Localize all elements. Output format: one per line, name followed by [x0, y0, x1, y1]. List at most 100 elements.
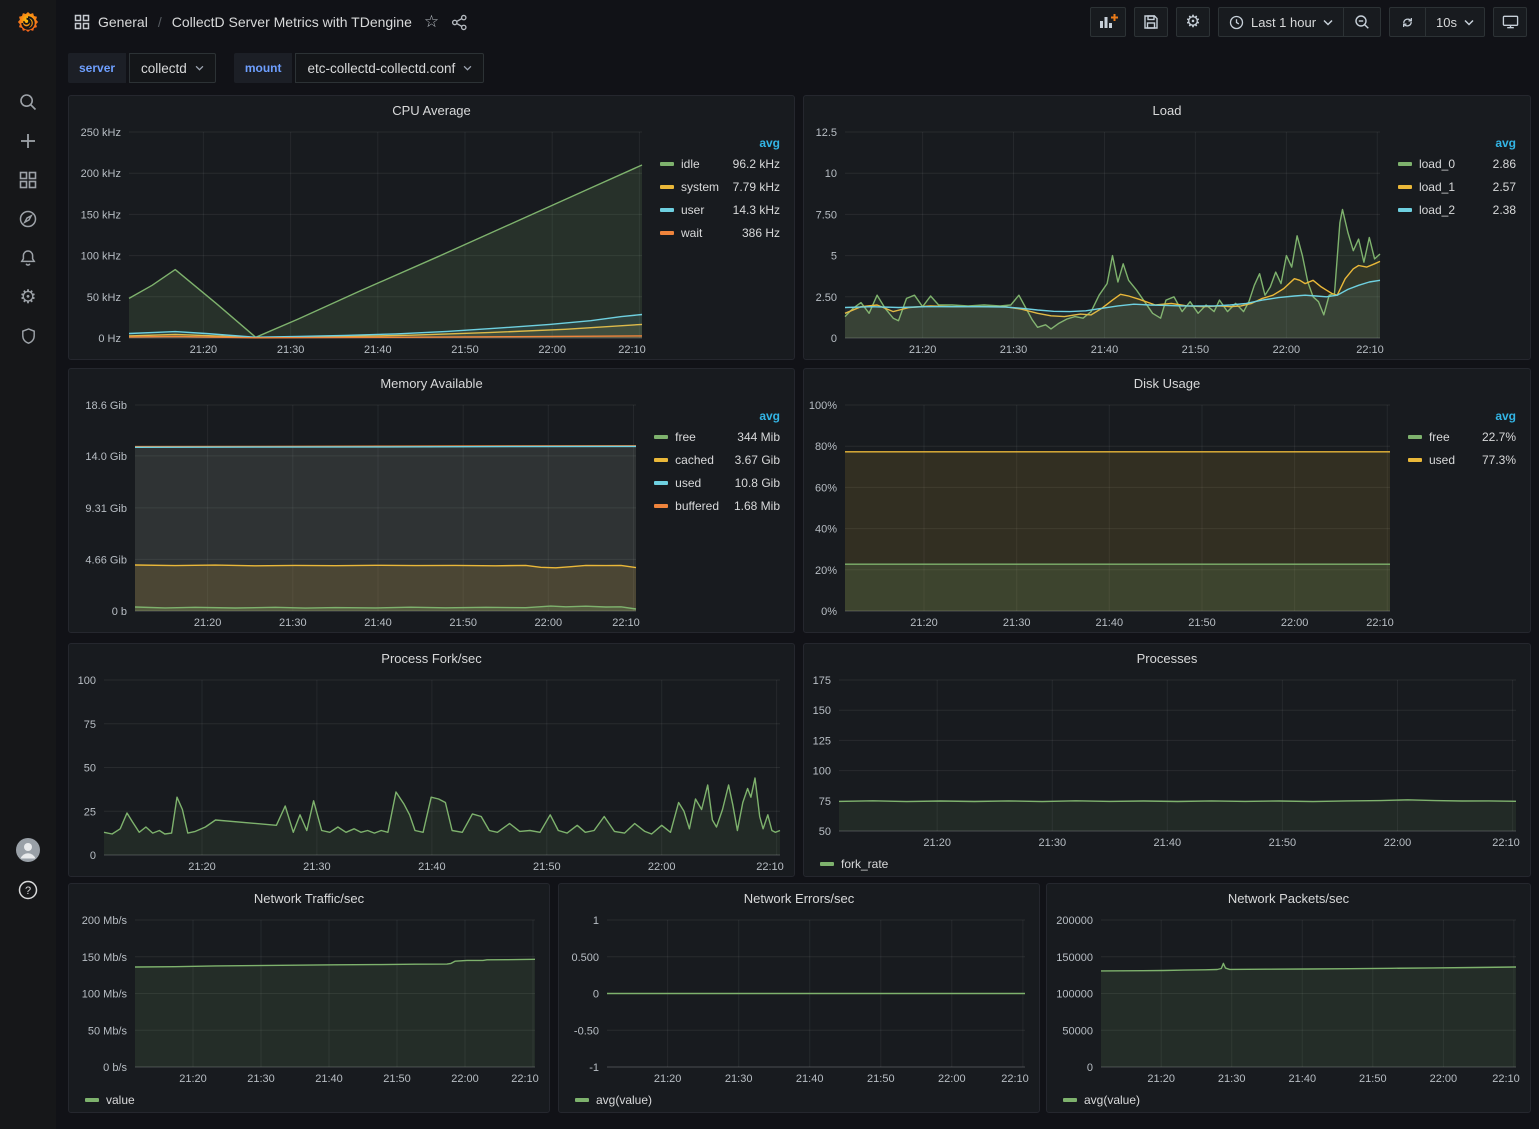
- panel-header[interactable]: Process Fork/sec: [69, 644, 794, 672]
- dashboard-settings-button[interactable]: ⚙: [1176, 7, 1210, 37]
- network-traffic-legend: value: [85, 1093, 135, 1107]
- clock-icon: [1229, 15, 1244, 30]
- plus-icon[interactable]: [18, 131, 38, 151]
- panel-header[interactable]: Network Errors/sec: [559, 884, 1039, 912]
- breadcrumb: General / CollectD Server Metrics with T…: [74, 14, 412, 30]
- svg-text:60%: 60%: [815, 482, 837, 494]
- svg-text:250 kHz: 250 kHz: [81, 127, 121, 139]
- legend-avg-header[interactable]: avg: [1408, 409, 1516, 423]
- dashboards-icon[interactable]: [18, 170, 38, 190]
- panel-memory-available: Memory Available 21:2021:3021:4021:5022:…: [68, 368, 795, 633]
- legend-item-free[interactable]: free22.7%: [1408, 430, 1516, 444]
- svg-text:150: 150: [813, 705, 831, 717]
- svg-text:100000: 100000: [1056, 989, 1093, 1001]
- legend-avg-header[interactable]: avg: [654, 409, 780, 423]
- help-icon[interactable]: ?: [17, 879, 39, 901]
- legend-item-fork_rate[interactable]: fork_rate: [820, 857, 888, 871]
- svg-text:22:00: 22:00: [648, 861, 676, 873]
- svg-text:80%: 80%: [815, 441, 837, 453]
- svg-text:0: 0: [90, 850, 96, 862]
- memory-available-chart[interactable]: 21:2021:3021:4021:5022:0022:100 b4.66 Gi…: [69, 397, 650, 632]
- legend-avg-header[interactable]: avg: [660, 136, 780, 150]
- network-traffic-chart[interactable]: 21:2021:3021:4021:5022:0022:100 b/s50 Mb…: [69, 912, 549, 1088]
- dashboard-variables: server collectd mount etc-collectd-colle…: [56, 44, 1539, 92]
- network-errors-chart[interactable]: 21:2021:3021:4021:5022:0022:10-1-0.5000.…: [559, 912, 1039, 1088]
- legend-item-idle[interactable]: idle96.2 kHz: [660, 157, 780, 171]
- process-fork-chart[interactable]: 21:2021:3021:4021:5022:0022:100255075100: [69, 672, 794, 876]
- chevron-down-icon: [195, 65, 204, 71]
- toolbar-right: ⚙ Last 1 hour: [1082, 7, 1527, 37]
- grafana-logo[interactable]: [0, 0, 56, 46]
- refresh-button[interactable]: [1390, 8, 1425, 36]
- refresh-interval-picker[interactable]: 10s: [1425, 8, 1484, 36]
- legend-item-load_2[interactable]: load_22.38: [1398, 203, 1516, 217]
- explore-icon[interactable]: [18, 209, 38, 229]
- legend-item-buffered[interactable]: buffered1.68 Mib: [654, 499, 780, 513]
- shield-icon[interactable]: [19, 326, 38, 346]
- share-icon[interactable]: [451, 14, 468, 31]
- legend-item-load_0[interactable]: load_02.86: [1398, 157, 1516, 171]
- settings-icon[interactable]: ⚙: [19, 287, 36, 307]
- save-dashboard-button[interactable]: [1134, 7, 1168, 37]
- panel-header[interactable]: Processes: [804, 644, 1530, 672]
- legend-item-avg(value)[interactable]: avg(value): [575, 1093, 652, 1107]
- svg-text:21:20: 21:20: [179, 1073, 207, 1085]
- time-range-label: Last 1 hour: [1251, 15, 1316, 30]
- processes-chart[interactable]: 21:2021:3021:4021:5022:0022:105075100125…: [804, 672, 1530, 852]
- svg-text:22:10: 22:10: [1001, 1073, 1029, 1085]
- svg-text:21:30: 21:30: [247, 1073, 275, 1085]
- search-icon[interactable]: [18, 92, 38, 112]
- legend-avg-header[interactable]: avg: [1398, 136, 1516, 150]
- svg-text:21:50: 21:50: [1182, 344, 1210, 356]
- panel-header[interactable]: Memory Available: [69, 369, 794, 397]
- legend-item-used[interactable]: used77.3%: [1408, 453, 1516, 467]
- variable-mount-value[interactable]: etc-collectd-collectd.conf: [295, 53, 484, 83]
- variable-server-value[interactable]: collectd: [129, 53, 216, 83]
- legend-item-cached[interactable]: cached3.67 Gib: [654, 453, 780, 467]
- legend-item-load_1[interactable]: load_12.57: [1398, 180, 1516, 194]
- star-icon[interactable]: ☆: [424, 12, 439, 32]
- series-color-dash: [654, 458, 668, 462]
- alerting-icon[interactable]: [18, 248, 38, 268]
- legend-item-avg(value)[interactable]: avg(value): [1063, 1093, 1140, 1107]
- svg-text:21:30: 21:30: [1003, 617, 1031, 629]
- breadcrumb-section[interactable]: General: [98, 14, 148, 30]
- cycle-view-button[interactable]: [1493, 7, 1527, 37]
- panel-header[interactable]: Load: [804, 96, 1530, 124]
- svg-text:200 Mb/s: 200 Mb/s: [82, 915, 128, 927]
- network-packets-chart[interactable]: 21:2021:3021:4021:5022:0022:100500001000…: [1047, 912, 1530, 1088]
- svg-text:21:40: 21:40: [796, 1073, 824, 1085]
- panel-header[interactable]: Disk Usage: [804, 369, 1530, 397]
- zoom-out-button[interactable]: [1343, 8, 1380, 36]
- legend-item-user[interactable]: user14.3 kHz: [660, 203, 780, 217]
- svg-text:9.31 Gib: 9.31 Gib: [85, 503, 127, 515]
- svg-text:0 b/s: 0 b/s: [103, 1062, 127, 1074]
- svg-text:0: 0: [593, 989, 599, 1001]
- top-navbar: General / CollectD Server Metrics with T…: [56, 0, 1539, 44]
- series-color-dash: [654, 481, 668, 485]
- disk-usage-chart[interactable]: 21:2021:3021:4021:5022:0022:100%20%40%60…: [804, 397, 1404, 632]
- panel-header[interactable]: Network Packets/sec: [1047, 884, 1530, 912]
- legend-item-value[interactable]: value: [85, 1093, 135, 1107]
- time-range-picker[interactable]: Last 1 hour: [1219, 8, 1343, 36]
- load-chart[interactable]: 21:2021:3021:4021:5022:0022:1002.5057.50…: [804, 124, 1394, 359]
- avatar[interactable]: [15, 837, 41, 863]
- svg-text:22:10: 22:10: [612, 617, 640, 629]
- svg-text:0 b: 0 b: [112, 606, 127, 618]
- page-title[interactable]: CollectD Server Metrics with TDengine: [172, 14, 412, 30]
- svg-text:12.5: 12.5: [816, 127, 837, 139]
- svg-text:150000: 150000: [1056, 952, 1093, 964]
- panel-header[interactable]: Network Traffic/sec: [69, 884, 549, 912]
- svg-text:50 kHz: 50 kHz: [87, 292, 121, 304]
- network-errors-legend: avg(value): [575, 1093, 652, 1107]
- legend-item-used[interactable]: used10.8 Gib: [654, 476, 780, 490]
- legend-item-free[interactable]: free344 Mib: [654, 430, 780, 444]
- variable-server: server collectd: [68, 53, 216, 83]
- add-panel-button[interactable]: [1090, 7, 1126, 37]
- svg-text:10: 10: [825, 168, 837, 180]
- svg-text:18.6 Gib: 18.6 Gib: [85, 400, 127, 412]
- panel-header[interactable]: CPU Average: [69, 96, 794, 124]
- legend-item-system[interactable]: system7.79 kHz: [660, 180, 780, 194]
- cpu-average-chart[interactable]: 21:2021:3021:4021:5022:0022:100 Hz50 kHz…: [69, 124, 656, 359]
- legend-item-wait[interactable]: wait386 Hz: [660, 226, 780, 240]
